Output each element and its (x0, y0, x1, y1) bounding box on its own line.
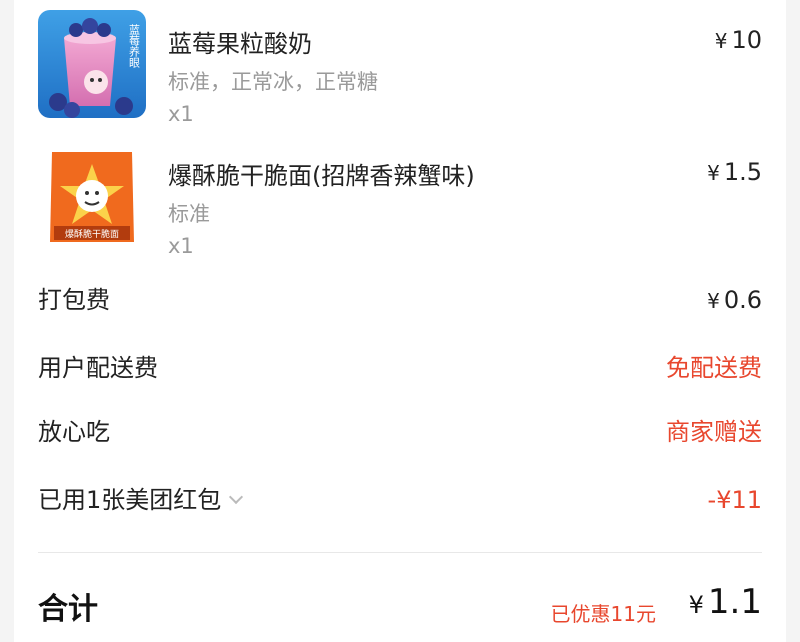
product-image-caption: 蓝莓养眼 (128, 24, 141, 69)
chevron-down-icon[interactable] (229, 489, 244, 505)
currency-symbol: ¥ (688, 591, 704, 619)
coupon-row[interactable]: 已用1张美团红包 -¥11 (38, 480, 762, 520)
coupon-label[interactable]: 已用1张美团红包 (38, 480, 244, 520)
item-price-value: 10 (731, 26, 762, 54)
product-image-caption: 爆酥脆干脆面 (65, 228, 119, 240)
discount-summary: 已优惠11元 (550, 602, 656, 626)
delivery-fee-row: 用户配送费 免配送费 (38, 348, 762, 388)
coupon-label-text: 已用1张美团红包 (38, 486, 222, 514)
packing-fee-row: 打包费 ¥0.6 (38, 280, 762, 320)
packing-fee-value: ¥0.6 (707, 280, 762, 321)
order-item[interactable]: 蓝莓养眼 蓝莓果粒酸奶 标准，正常冰，正常糖 x1 ¥10 (38, 10, 762, 126)
assurance-label: 放心吃 (38, 418, 110, 446)
divider (38, 552, 762, 553)
item-spec: 标准 (168, 202, 210, 226)
item-quantity: x1 (168, 102, 194, 126)
item-spec: 标准，正常冰，正常糖 (168, 70, 378, 94)
total-amount-value: 1.1 (707, 582, 762, 622)
product-image-blueberry-yogurt: 蓝莓养眼 (38, 10, 146, 118)
total-amount: ¥1.1 (689, 582, 762, 622)
item-name: 蓝莓果粒酸奶 (168, 30, 312, 58)
currency-symbol: ¥ (707, 161, 720, 185)
product-image-crispy-noodles: 爆酥脆干脆面 (38, 142, 146, 250)
item-name: 爆酥脆干脆面(招牌香辣蟹味) (168, 162, 475, 190)
total-label: 合计 (38, 592, 98, 627)
coupon-value: -¥11 (707, 486, 762, 514)
currency-symbol: ¥ (707, 289, 720, 313)
delivery-fee-label: 用户配送费 (38, 354, 158, 382)
packing-fee-label: 打包费 (38, 286, 110, 314)
currency-symbol: ¥ (714, 29, 728, 53)
item-quantity: x1 (168, 234, 194, 258)
assurance-value: 商家赠送 (666, 418, 762, 446)
assurance-row: 放心吃 商家赠送 (38, 412, 762, 452)
order-card: 蓝莓养眼 蓝莓果粒酸奶 标准，正常冰，正常糖 x1 ¥10 爆酥脆干脆面 爆酥脆… (14, 0, 786, 642)
order-item[interactable]: 爆酥脆干脆面 爆酥脆干脆面(招牌香辣蟹味) 标准 x1 ¥1.5 (38, 142, 762, 258)
item-price: ¥1.5 (707, 158, 762, 186)
packing-fee-amount: 0.6 (723, 286, 762, 314)
item-price-value: 1.5 (723, 158, 762, 186)
item-price: ¥10 (715, 26, 762, 54)
delivery-fee-value: 免配送费 (666, 354, 762, 382)
